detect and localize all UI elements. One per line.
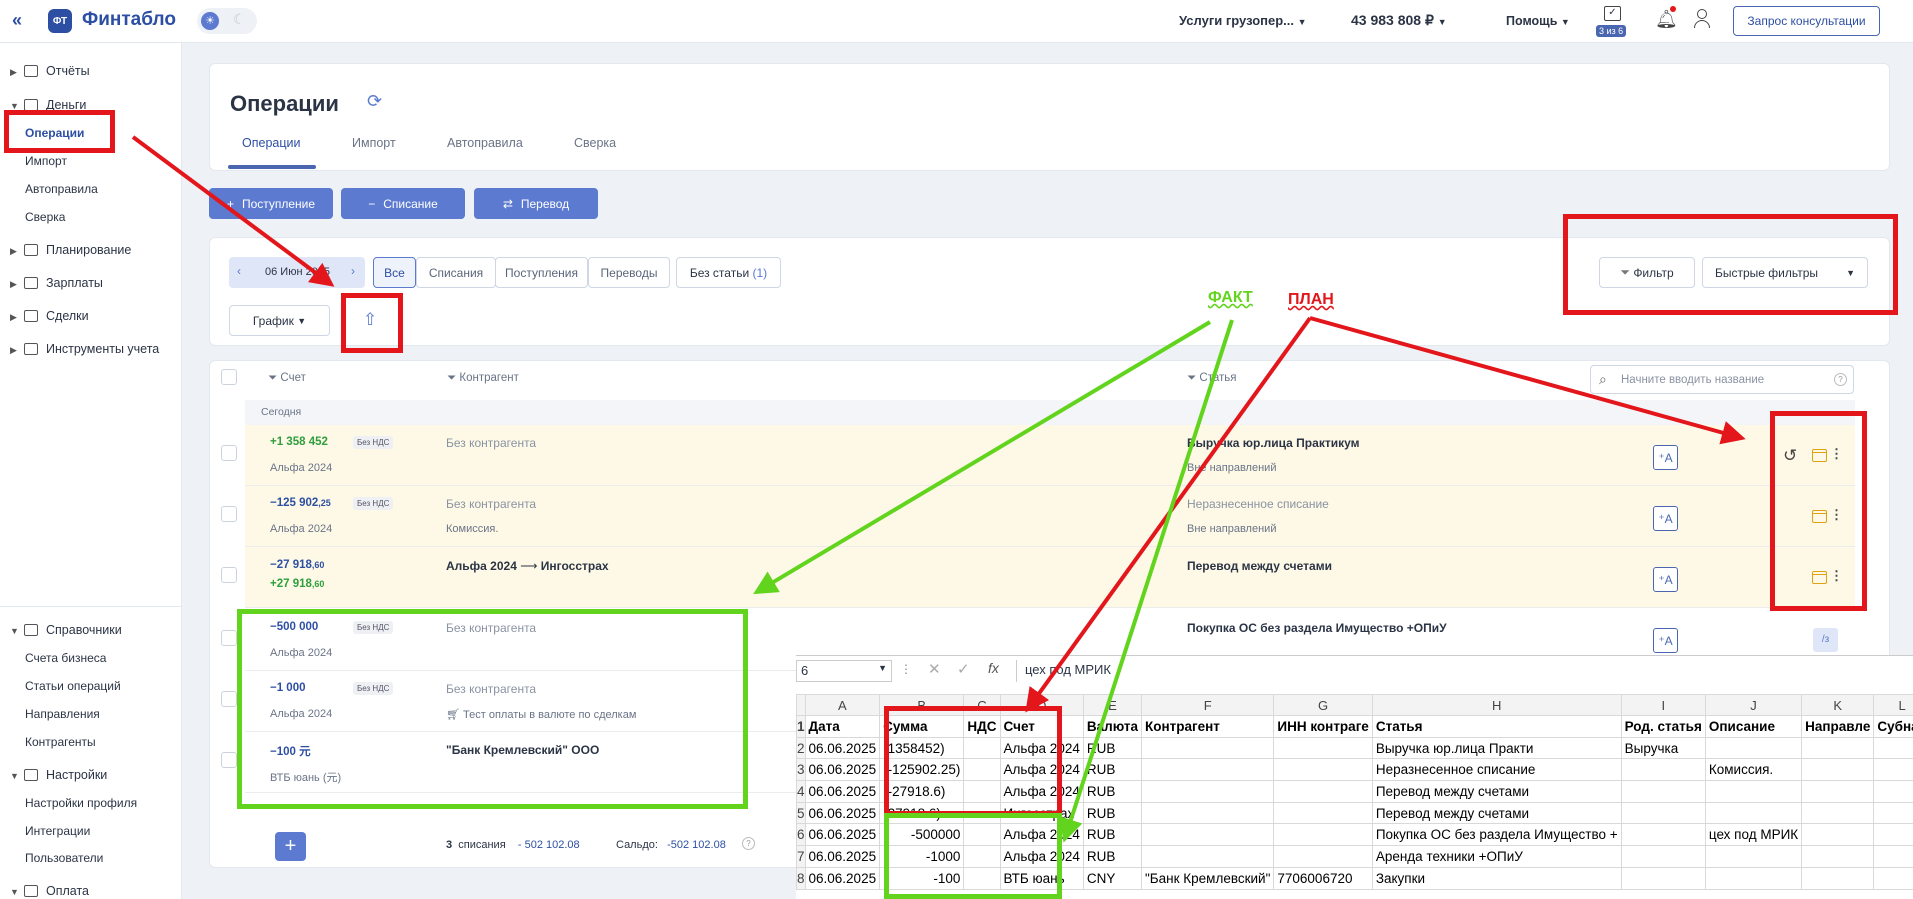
annotation-arrows (131, 135, 1746, 843)
arrow (1059, 319, 1234, 843)
arrow (1309, 316, 1746, 445)
arrow (131, 135, 335, 287)
